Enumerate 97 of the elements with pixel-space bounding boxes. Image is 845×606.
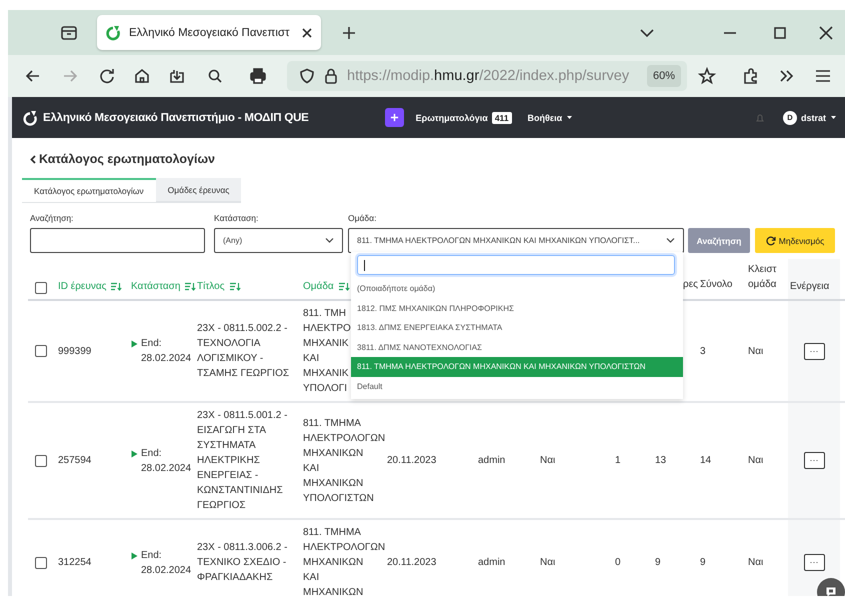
more-button[interactable]: ··· [804,342,824,360]
chevron-down-icon [666,237,675,244]
column-header: Κλειστ ομάδα [748,263,778,292]
dropdown-option[interactable]: 1813. ΔΠΜΣ ΕΝΕΡΓΕΙΑΚΑ ΣΥΣΤΗΜΑΤΑ [351,318,683,338]
table-cell-text: Ναι [540,454,556,468]
table-cell-text: Ναι [540,556,556,570]
dropdown-option[interactable]: 1812. ΠΜΣ ΜΗΧΑΝΙΚΩΝ ΠΛΗΡΟΦΟΡΙΚΗΣ [351,298,683,318]
search-field[interactable] [357,255,675,275]
count-badge: 411 [492,112,512,124]
add-button[interactable] [384,108,404,127]
status-text: End: 28.02.2024 [141,548,192,578]
caret-icon[interactable] [830,115,837,120]
user-name[interactable]: dstrat [800,112,826,122]
field-label: Ομάδα: [348,213,378,223]
table-cell-text: 1 [615,454,622,468]
field-label: Αναζήτηση: [30,213,74,223]
table-cell-text: 3 [700,344,707,358]
sort-icon[interactable] [228,282,241,291]
browser-tab[interactable]: Ελληνικό Μεσογειακό Πανεπιστ [97,15,321,50]
table-cell-text: 23X - 0811.5.001.2 - ΕΙΣΑΓΩΓΗ ΣΤΑ ΣΥΣΤΗΜΑΤΑ ΗΛΕΚΤΡΙΚΗΣ ΕΝΕΡΓΕΙΑΣ - ΚΩΝΣΤΑΝΤΙΝΙΔΗΣ ΓΕΩΡΓΙΟΣ [197,409,288,513]
puzzle-icon[interactable] [742,67,760,85]
field-label: Κατάσταση: [214,213,260,223]
search-field[interactable] [30,228,205,253]
dropdown-option[interactable]: (Οποιαδήποτε ομάδα) [351,279,683,298]
column-header: ρες [683,278,698,292]
more-button[interactable]: ··· [804,554,824,571]
plus-icon [390,113,399,122]
chevron-down-icon [325,237,334,244]
logo-icon [22,110,38,126]
checkbox[interactable] [35,282,47,294]
chat-icon [825,586,837,596]
play-icon [131,552,138,560]
maximize-icon[interactable] [773,26,787,40]
text-cursor [364,260,365,270]
checkbox[interactable] [35,345,47,357]
table-cell-text: 13 [655,454,668,468]
status-text: End: 28.02.2024 [141,446,192,476]
close-icon[interactable] [301,26,313,38]
play-icon [131,450,138,458]
search-icon[interactable] [206,67,224,85]
sort-icon[interactable] [110,282,122,291]
table-cell-text: 9 [655,556,662,570]
tray-arrow-icon[interactable] [168,67,186,85]
dropdown-option[interactable]: 3811. ΔΠΜΣ ΝΑΝΟΤΕΧΝΟΛΟΓΙΑΣ [351,338,683,357]
more-button[interactable]: ··· [804,452,824,469]
row-id: 999399 [58,344,92,358]
star-icon[interactable] [698,67,716,85]
checkbox[interactable] [35,454,47,466]
table-cell-text: 9 [700,556,707,570]
refresh-icon [766,236,776,246]
chevron-left-icon[interactable] [30,154,36,164]
sort-icon[interactable] [184,282,196,291]
dropdown-option[interactable]: Default [351,376,683,396]
table-cell-text: 0 [615,556,622,570]
table-cell-text: 20.11.2023 [387,556,438,570]
table-cell-text: admin [478,556,506,570]
tab-title: Ελληνικό Μεσογειακό Πανεπιστ [129,26,291,38]
play-icon [131,340,138,348]
table-cell-text: 20.11.2023 [387,454,438,468]
caret-icon[interactable] [566,115,574,120]
table-cell-text: Ναι [748,344,764,358]
table-cell-text: 811. ΤΜΗΜΑ ΗΛΕΚΤΡΟΛΟΓΩΝ ΜΗΧΑΝΙΚΩΝ ΚΑΙ ΜΗΧΑΝΙΚΩΝ [303,526,386,596]
table-cell-text: Ναι [748,556,764,570]
status-select[interactable]: (Any) [214,228,343,253]
home-icon[interactable] [133,67,151,85]
app-title: Ελληνικό Μεσογειακό Πανεπιστήμιο - ΜΟΔΙΠ QUE [43,112,309,124]
tab[interactable]: Ομάδες έρευνας [156,178,242,203]
sort-icon[interactable] [338,282,350,291]
shield-icon[interactable] [299,68,315,84]
zoom-level-badge[interactable]: 60% [646,65,681,87]
table-cell-text: admin [478,454,506,468]
checkbox[interactable] [35,556,47,568]
table-cell-text: 811. ΤΜΗ ΗΛΕΚΤΡΟ ΜΗΧΑΝΙΚ ΚΑΙ ΜΗΧΑΝΙΚ ΥΠΟΛΟΓΙ [303,307,351,396]
back-link[interactable]: Κατάλογος ερωτηματολογίων [39,152,215,166]
nav-link[interactable]: Βοήθεια [528,112,562,122]
table-cell-text: Ναι [748,454,764,468]
table-cell-text: 811. ΤΜΗΜΑ ΗΛΕΚΤΡΟΛΟΓΩΝ ΜΗΧΑΝΙΚΩΝ ΚΑΙ ΜΗΧΑΝΙΚΩΝ ΥΠΟΛΟΓΙΣΤΩΝ [303,416,386,506]
row-id: 257594 [58,454,92,468]
plus-icon[interactable] [341,24,357,40]
nav-link[interactable]: Ερωτηματολόγια [416,112,488,122]
printer-icon[interactable] [249,67,267,85]
reload-icon[interactable] [98,67,116,85]
url-field[interactable]: https://modip.hmu.gr/2022/index.php/survey [347,68,639,84]
table-cell-text: 14 [700,454,712,468]
close-icon[interactable] [819,26,833,40]
tabs-icon[interactable] [60,24,78,42]
reset-button[interactable]: Μηδενισμός [755,228,835,253]
row-id: 312254 [58,556,92,570]
menu-icon[interactable] [814,67,832,85]
table-cell-text: 23X - 0811.3.006.2 - ΤΕΧΝΙΚΟ ΣΧΕΔΙΟ - ΦΡΑΓΚΙΑΔΑΚΗΣ [197,541,288,585]
status-text: End: 28.02.2024 [141,337,192,366]
tab[interactable]: Κατάλογος ερωτηματολογίων [22,178,156,203]
column-header: Σύνολο [700,278,732,292]
column-header: Ενέργεια [788,259,840,299]
table-cell-text: 23X - 0811.5.002.2 - ΤΕΧΝΟΛΟΓΙΑ ΛΟΓΙΣΜΙΚΟΥ - ΤΣΑΜΗΣ ΓΕΩΡΓΙΟΣ [197,322,290,381]
lock-icon[interactable] [323,68,339,84]
logo-icon [105,24,121,40]
